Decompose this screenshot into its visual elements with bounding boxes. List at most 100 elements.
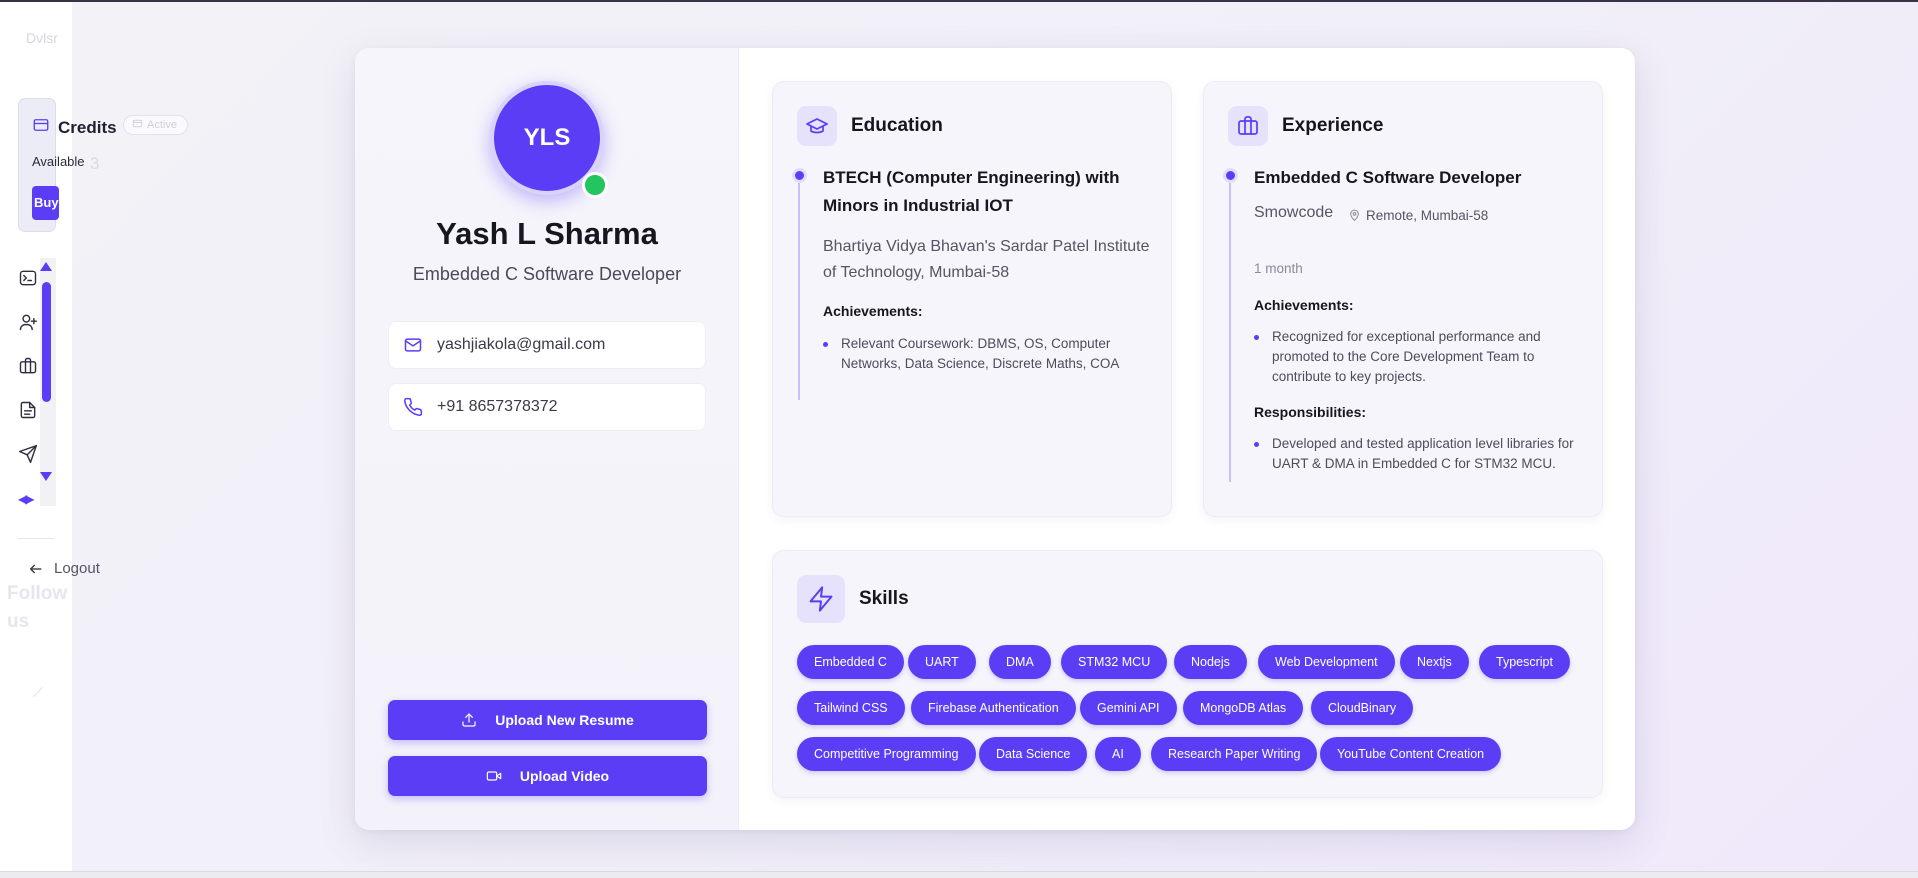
email-field[interactable]: yashjiakola@gmail.com <box>388 321 706 369</box>
logout-label: Logout <box>54 560 100 577</box>
skill-chip: STM32 MCU <box>1061 645 1168 679</box>
upload-video-label: Upload Video <box>519 768 610 784</box>
phone-icon <box>404 397 423 416</box>
skill-chip: Embedded C <box>797 645 904 679</box>
timeline-line <box>798 180 800 400</box>
institute-line-2: of Technology, Mumbai-58 <box>823 264 1010 281</box>
responsibility-line: Developed and tested application level l… <box>1272 436 1574 451</box>
lightning-icon <box>797 575 845 623</box>
skill-chip: Tailwind CSS <box>797 691 905 725</box>
upload-icon <box>462 713 476 727</box>
upload-resume-label: Upload New Resume <box>495 712 634 728</box>
map-pin-icon <box>1350 209 1359 222</box>
phone-value: +91 8657378372 <box>437 398 558 415</box>
experience-achievement-item: Recognized for exceptional performance a… <box>1254 327 1541 387</box>
credits-header: Credits <box>32 116 117 139</box>
experience-role: Embedded C Software Developer <box>1254 168 1522 187</box>
video-icon <box>486 771 502 781</box>
sidebar-divider <box>18 538 54 539</box>
education-achievements-heading: Achievements: <box>823 303 923 319</box>
timeline-dot <box>792 168 807 183</box>
phone-field[interactable]: +91 8657378372 <box>388 383 706 431</box>
profile-name: Yash L Sharma <box>436 216 658 251</box>
skill-chip: Gemini API <box>1080 691 1177 725</box>
window-top-border <box>0 0 1918 2</box>
skill-chip: DMA <box>989 645 1051 679</box>
education-title: Education <box>851 115 943 136</box>
credit-card-icon <box>32 116 50 139</box>
experience-header: Experience <box>1228 106 1383 146</box>
responsibilities-heading: Responsibilities: <box>1254 404 1367 420</box>
skills-title: Skills <box>859 588 909 609</box>
experience-card: Experience Embedded C Software Developer… <box>1203 81 1603 517</box>
credit-card-icon <box>132 118 143 132</box>
skill-chip: Research Paper Writing <box>1151 737 1318 771</box>
scroll-down-arrow-icon[interactable] <box>40 472 52 481</box>
experience-achievements-heading: Achievements: <box>1254 297 1354 313</box>
mail-icon <box>404 338 422 352</box>
sidebar-resize-handle-icon[interactable]: ◀▶ <box>18 492 35 506</box>
briefcase-icon <box>19 357 37 374</box>
credits-available-label: Available <box>32 154 85 169</box>
sidebar-item-jobs[interactable] <box>18 356 38 376</box>
skill-chip: Nextjs <box>1400 645 1469 679</box>
skills-card: Skills Embedded C UART DMA STM32 MCU Nod… <box>772 550 1603 798</box>
skill-chip: Firebase Authentication <box>911 691 1076 725</box>
buy-credits-button[interactable]: Buy C <box>32 186 59 220</box>
degree-line-2: Minors in Industrial IOT <box>823 196 1013 215</box>
online-status-indicator <box>582 172 608 198</box>
skill-chip: Nodejs <box>1174 645 1247 679</box>
arrow-left-icon <box>29 564 42 573</box>
email-value: yashjiakola@gmail.com <box>437 336 606 353</box>
terminal-icon <box>19 270 37 286</box>
profile-role: Embedded C Software Developer <box>412 264 682 284</box>
skill-chip: Competitive Programming <box>797 737 976 771</box>
user-plus-icon <box>19 314 38 331</box>
skill-chip: Typescript <box>1479 645 1570 679</box>
sidebar-item-terminal[interactable] <box>18 268 38 288</box>
responsibility-item: Developed and tested application level l… <box>1254 434 1574 474</box>
timeline-line <box>1229 180 1231 482</box>
credits-status-badge: Active <box>123 115 188 135</box>
profile-card: YLS Yash L Sharma Embedded C Software De… <box>355 48 1635 830</box>
credits-title: Credits <box>58 117 117 137</box>
experience-company: Smowcode <box>1254 204 1334 221</box>
skills-header: Skills <box>797 575 909 623</box>
location-value: Remote, Mumbai-58 <box>1366 208 1489 223</box>
sidebar-item-documents[interactable] <box>18 400 38 420</box>
scrollbar-thumb[interactable] <box>42 282 51 402</box>
responsibility-line: UART & DMA in Embedded C for STM32 MCU. <box>1272 456 1556 471</box>
skill-chip: Data Science <box>979 737 1088 771</box>
briefcase-icon <box>1228 106 1268 146</box>
education-achievement-item: Relevant Coursework: DBMS, OS, Computer … <box>823 334 1119 374</box>
skill-chip: CloudBinary <box>1311 691 1414 725</box>
sidebar-item-send[interactable] <box>18 444 38 464</box>
graduation-cap-icon <box>797 106 837 146</box>
education-card: Education BTECH (Computer Engineering) w… <box>772 81 1172 517</box>
window-bottom-bar <box>0 871 1918 878</box>
skill-chip: AI <box>1095 737 1141 771</box>
upload-resume-button[interactable]: Upload New Resume <box>388 700 707 740</box>
upload-video-button[interactable]: Upload Video <box>388 756 707 796</box>
social-link-icon[interactable] <box>30 684 46 700</box>
skill-chip: MongoDB Atlas <box>1183 691 1304 725</box>
sidebar-brand: Dvlsr <box>26 30 58 46</box>
achievement-line: promoted to the Core Development Team to <box>1272 349 1535 364</box>
experience-duration: 1 month <box>1254 261 1303 276</box>
timeline-dot <box>1223 168 1238 183</box>
achievement-line: Networks, Data Science, Discrete Maths, … <box>841 356 1120 371</box>
degree-line-1: BTECH (Computer Engineering) with <box>823 168 1120 187</box>
skill-chip: UART <box>908 645 976 679</box>
profile-panel: YLS Yash L Sharma Embedded C Software De… <box>355 48 739 830</box>
logout-button[interactable]: Logout <box>28 560 100 577</box>
achievement-line: contribute to key projects. <box>1272 369 1426 384</box>
education-header: Education <box>797 106 943 146</box>
file-text-icon <box>20 401 36 419</box>
sidebar-item-add-user[interactable] <box>18 312 38 332</box>
send-icon <box>18 444 38 464</box>
scroll-up-arrow-icon[interactable] <box>40 262 52 271</box>
skill-chip: YouTube Content Creation <box>1320 737 1502 771</box>
skill-chip: Web Development <box>1258 645 1395 679</box>
experience-title: Experience <box>1282 115 1384 136</box>
credits-count: 3 <box>90 154 100 173</box>
